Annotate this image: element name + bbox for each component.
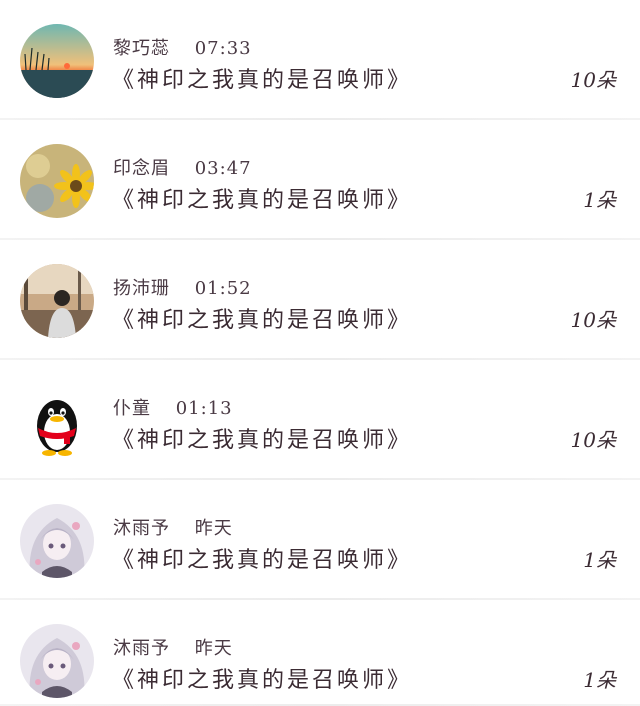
penguin-icon[interactable] xyxy=(20,384,94,458)
sunset-icon[interactable] xyxy=(20,24,94,98)
book-title[interactable]: 《神印之我真的是召唤师》 xyxy=(112,542,412,574)
list-item[interactable]: 仆童 01:13 《神印之我真的是召唤师》 10朵 xyxy=(0,360,640,480)
anime-girl-icon[interactable] xyxy=(20,624,94,698)
item-meta: 印念眉 03:47 xyxy=(113,154,252,180)
user-name[interactable]: 沐雨予 xyxy=(113,638,170,659)
book-title[interactable]: 《神印之我真的是召唤师》 xyxy=(112,422,412,454)
item-meta: 沐雨予 昨天 xyxy=(113,514,233,540)
person-photo-icon[interactable] xyxy=(20,264,94,338)
anime-girl-icon[interactable] xyxy=(20,504,94,578)
flower-count: 1朵 xyxy=(583,548,616,572)
sunflower-icon[interactable] xyxy=(20,144,94,218)
flower-count: 10朵 xyxy=(570,68,616,92)
timestamp: 03:47 xyxy=(194,158,252,179)
timestamp: 01:52 xyxy=(194,278,252,299)
timestamp: 昨天 xyxy=(194,638,233,659)
user-name[interactable]: 仆童 xyxy=(113,398,151,419)
list-item[interactable]: 沐雨予 昨天 《神印之我真的是召唤师》 1朵 xyxy=(0,600,640,706)
list-item[interactable]: 扬沛珊 01:52 《神印之我真的是召唤师》 10朵 xyxy=(0,240,640,360)
timestamp: 07:33 xyxy=(194,38,252,59)
flower-count: 10朵 xyxy=(570,428,616,452)
user-name[interactable]: 沐雨予 xyxy=(113,518,170,539)
gift-list: 黎巧蕊 07:33 《神印之我真的是召唤师》 10朵 印念眉 03:47 《神印… xyxy=(0,0,640,706)
book-title[interactable]: 《神印之我真的是召唤师》 xyxy=(112,62,412,94)
timestamp: 昨天 xyxy=(194,518,233,539)
flower-count: 10朵 xyxy=(570,308,616,332)
flower-count: 1朵 xyxy=(583,188,616,212)
flower-count: 1朵 xyxy=(583,668,616,692)
list-item[interactable]: 印念眉 03:47 《神印之我真的是召唤师》 1朵 xyxy=(0,120,640,240)
book-title[interactable]: 《神印之我真的是召唤师》 xyxy=(112,182,412,214)
item-meta: 黎巧蕊 07:33 xyxy=(113,34,252,60)
book-title[interactable]: 《神印之我真的是召唤师》 xyxy=(112,662,412,694)
timestamp: 01:13 xyxy=(175,398,233,419)
list-item[interactable]: 沐雨予 昨天 《神印之我真的是召唤师》 1朵 xyxy=(0,480,640,600)
list-item[interactable]: 黎巧蕊 07:33 《神印之我真的是召唤师》 10朵 xyxy=(0,0,640,120)
user-name[interactable]: 黎巧蕊 xyxy=(113,38,170,59)
item-meta: 扬沛珊 01:52 xyxy=(113,274,252,300)
item-meta: 仆童 01:13 xyxy=(113,394,233,420)
user-name[interactable]: 印念眉 xyxy=(113,158,170,179)
book-title[interactable]: 《神印之我真的是召唤师》 xyxy=(112,302,412,334)
user-name[interactable]: 扬沛珊 xyxy=(113,278,170,299)
item-meta: 沐雨予 昨天 xyxy=(113,634,233,660)
